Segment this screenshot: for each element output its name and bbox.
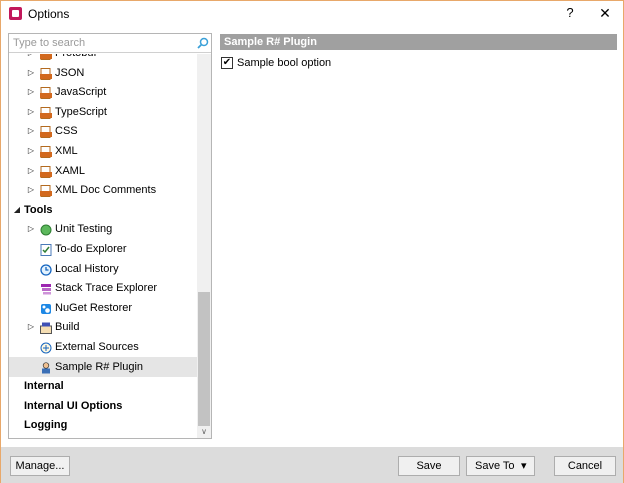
expand-arrow-icon[interactable]: ▷ xyxy=(26,219,36,239)
search-box xyxy=(9,34,211,53)
stack-trace-icon xyxy=(40,282,52,295)
app-icon xyxy=(9,7,22,20)
tree-item-to-do-explorer[interactable]: To-do Explorer xyxy=(9,239,197,259)
cancel-button[interactable]: Cancel xyxy=(554,456,616,476)
expand-arrow-icon[interactable]: ▷ xyxy=(26,317,36,337)
expand-arrow-icon[interactable]: ▷ xyxy=(26,121,36,141)
scrollbar-thumb[interactable] xyxy=(198,292,210,426)
file-icon xyxy=(40,184,52,198)
tree-item-internal-ui-options[interactable]: Internal UI Options xyxy=(9,396,197,416)
checklist-icon xyxy=(40,243,52,256)
tree-item-xml-doc-comments[interactable]: ▷ XML Doc Comments xyxy=(9,180,197,200)
footer-bar: Manage... Save Save To ▾ Cancel xyxy=(1,447,623,483)
tree-item-logging[interactable]: Logging xyxy=(9,415,197,435)
tree-item-label: Stack Trace Explorer xyxy=(55,282,158,295)
tree-item-typescript[interactable]: ▷ TypeScript xyxy=(9,102,197,122)
tree-item-label: CSS xyxy=(55,125,78,138)
tree-item-sample-r-plugin[interactable]: Sample R# Plugin xyxy=(9,356,197,377)
expand-arrow-icon[interactable]: ▷ xyxy=(26,82,36,102)
tree-item-label: JSON xyxy=(55,66,85,79)
tree-item-label: Sample R# Plugin xyxy=(55,360,144,373)
options-window: Options ? ✕ ▷Protobuf▷JSON▷JavaScript▷Ty… xyxy=(0,0,624,483)
green-circle-icon xyxy=(40,223,52,236)
file-icon xyxy=(40,165,52,178)
tree-item-label: TypeScript xyxy=(55,105,107,118)
tree-item-build[interactable]: ▷ Build xyxy=(9,317,197,337)
tree-item-label: Local History xyxy=(55,262,119,275)
tree-item-local-history[interactable]: Local History xyxy=(9,259,197,279)
tree-item-label: Internal UI Options xyxy=(24,399,123,412)
close-button[interactable]: ✕ xyxy=(596,4,614,22)
plugin-icon xyxy=(40,361,52,374)
options-tree-panel: ▷Protobuf▷JSON▷JavaScript▷TypeScript▷CSS… xyxy=(8,33,212,439)
tree-item-label: NuGet Restorer xyxy=(55,301,133,314)
tree-item-label: XAML xyxy=(55,164,85,177)
collapse-arrow-icon[interactable]: ◢ xyxy=(12,200,22,220)
sample-bool-label: Sample bool option xyxy=(237,57,332,69)
tree-item-label: Internal xyxy=(24,380,64,393)
expand-arrow-icon[interactable]: ▷ xyxy=(26,161,36,181)
file-icon xyxy=(40,86,52,100)
expand-arrow-icon[interactable]: ▷ xyxy=(26,141,36,161)
file-icon xyxy=(40,54,52,60)
window-title: Options xyxy=(28,7,70,21)
search-input[interactable] xyxy=(13,36,193,50)
file-icon xyxy=(40,67,52,80)
tree-item-tools[interactable]: ◢ Tools xyxy=(9,200,197,220)
save-to-button[interactable]: Save To ▾ xyxy=(466,456,535,476)
sample-bool-checkbox[interactable]: ✔ xyxy=(221,57,233,69)
tree-item-label: XML xyxy=(55,145,78,157)
file-icon xyxy=(40,106,52,119)
tree-item-xaml[interactable]: ▷ XAML xyxy=(9,161,197,181)
tree-item-label: JavaScript xyxy=(55,86,107,99)
dropdown-arrow-icon[interactable]: ▾ xyxy=(521,457,527,475)
save-to-label: Save To xyxy=(475,460,515,472)
title-bar: Options ? ✕ xyxy=(1,1,623,27)
tree-item-internal[interactable]: Internal xyxy=(9,376,197,396)
tree-item-xml[interactable]: ▷ XML xyxy=(9,141,197,161)
expand-arrow-icon[interactable]: ▷ xyxy=(26,63,36,83)
scroll-down-arrow-icon[interactable]: ∨ xyxy=(197,426,211,438)
file-icon xyxy=(40,125,52,139)
tree-item-nuget-restorer[interactable]: NuGet Restorer xyxy=(9,298,197,318)
file-icon xyxy=(40,145,52,158)
tree-item-label: XML Doc Comments xyxy=(55,184,157,197)
manage-button[interactable]: Manage... xyxy=(10,456,70,476)
save-button[interactable]: Save xyxy=(398,456,460,476)
search-icon[interactable] xyxy=(197,37,209,49)
tree-item-css[interactable]: ▷ CSS xyxy=(9,121,197,141)
history-icon xyxy=(40,263,52,276)
tree-item-json[interactable]: ▷ JSON xyxy=(9,63,197,83)
options-tree: ▷Protobuf▷JSON▷JavaScript▷TypeScript▷CSS… xyxy=(9,54,197,438)
page-title: Sample R# Plugin xyxy=(220,34,617,50)
nuget-icon xyxy=(40,302,52,314)
tree-item-label: Tools xyxy=(24,203,53,216)
tree-item-unit-testing[interactable]: ▷ Unit Testing xyxy=(9,219,197,239)
tree-item-javascript[interactable]: ▷ JavaScript xyxy=(9,82,197,102)
tree-item-label: To-do Explorer xyxy=(55,243,127,255)
expand-arrow-icon[interactable]: ▷ xyxy=(26,180,36,200)
tree-scrollbar[interactable]: ∨ xyxy=(197,54,211,438)
tree-item-external-sources[interactable]: External Sources xyxy=(9,337,197,357)
expand-arrow-icon[interactable]: ▷ xyxy=(26,102,36,122)
help-button[interactable]: ? xyxy=(561,4,579,22)
tree-item-label: External Sources xyxy=(55,341,139,353)
tree-item-label: Logging xyxy=(24,419,68,432)
tree-item-stack-trace-explorer[interactable]: Stack Trace Explorer xyxy=(9,278,197,298)
external-sources-icon xyxy=(40,341,52,354)
build-icon xyxy=(40,321,52,335)
tree-item-label: Build xyxy=(55,321,80,334)
tree-item-label: Unit Testing xyxy=(55,223,113,236)
